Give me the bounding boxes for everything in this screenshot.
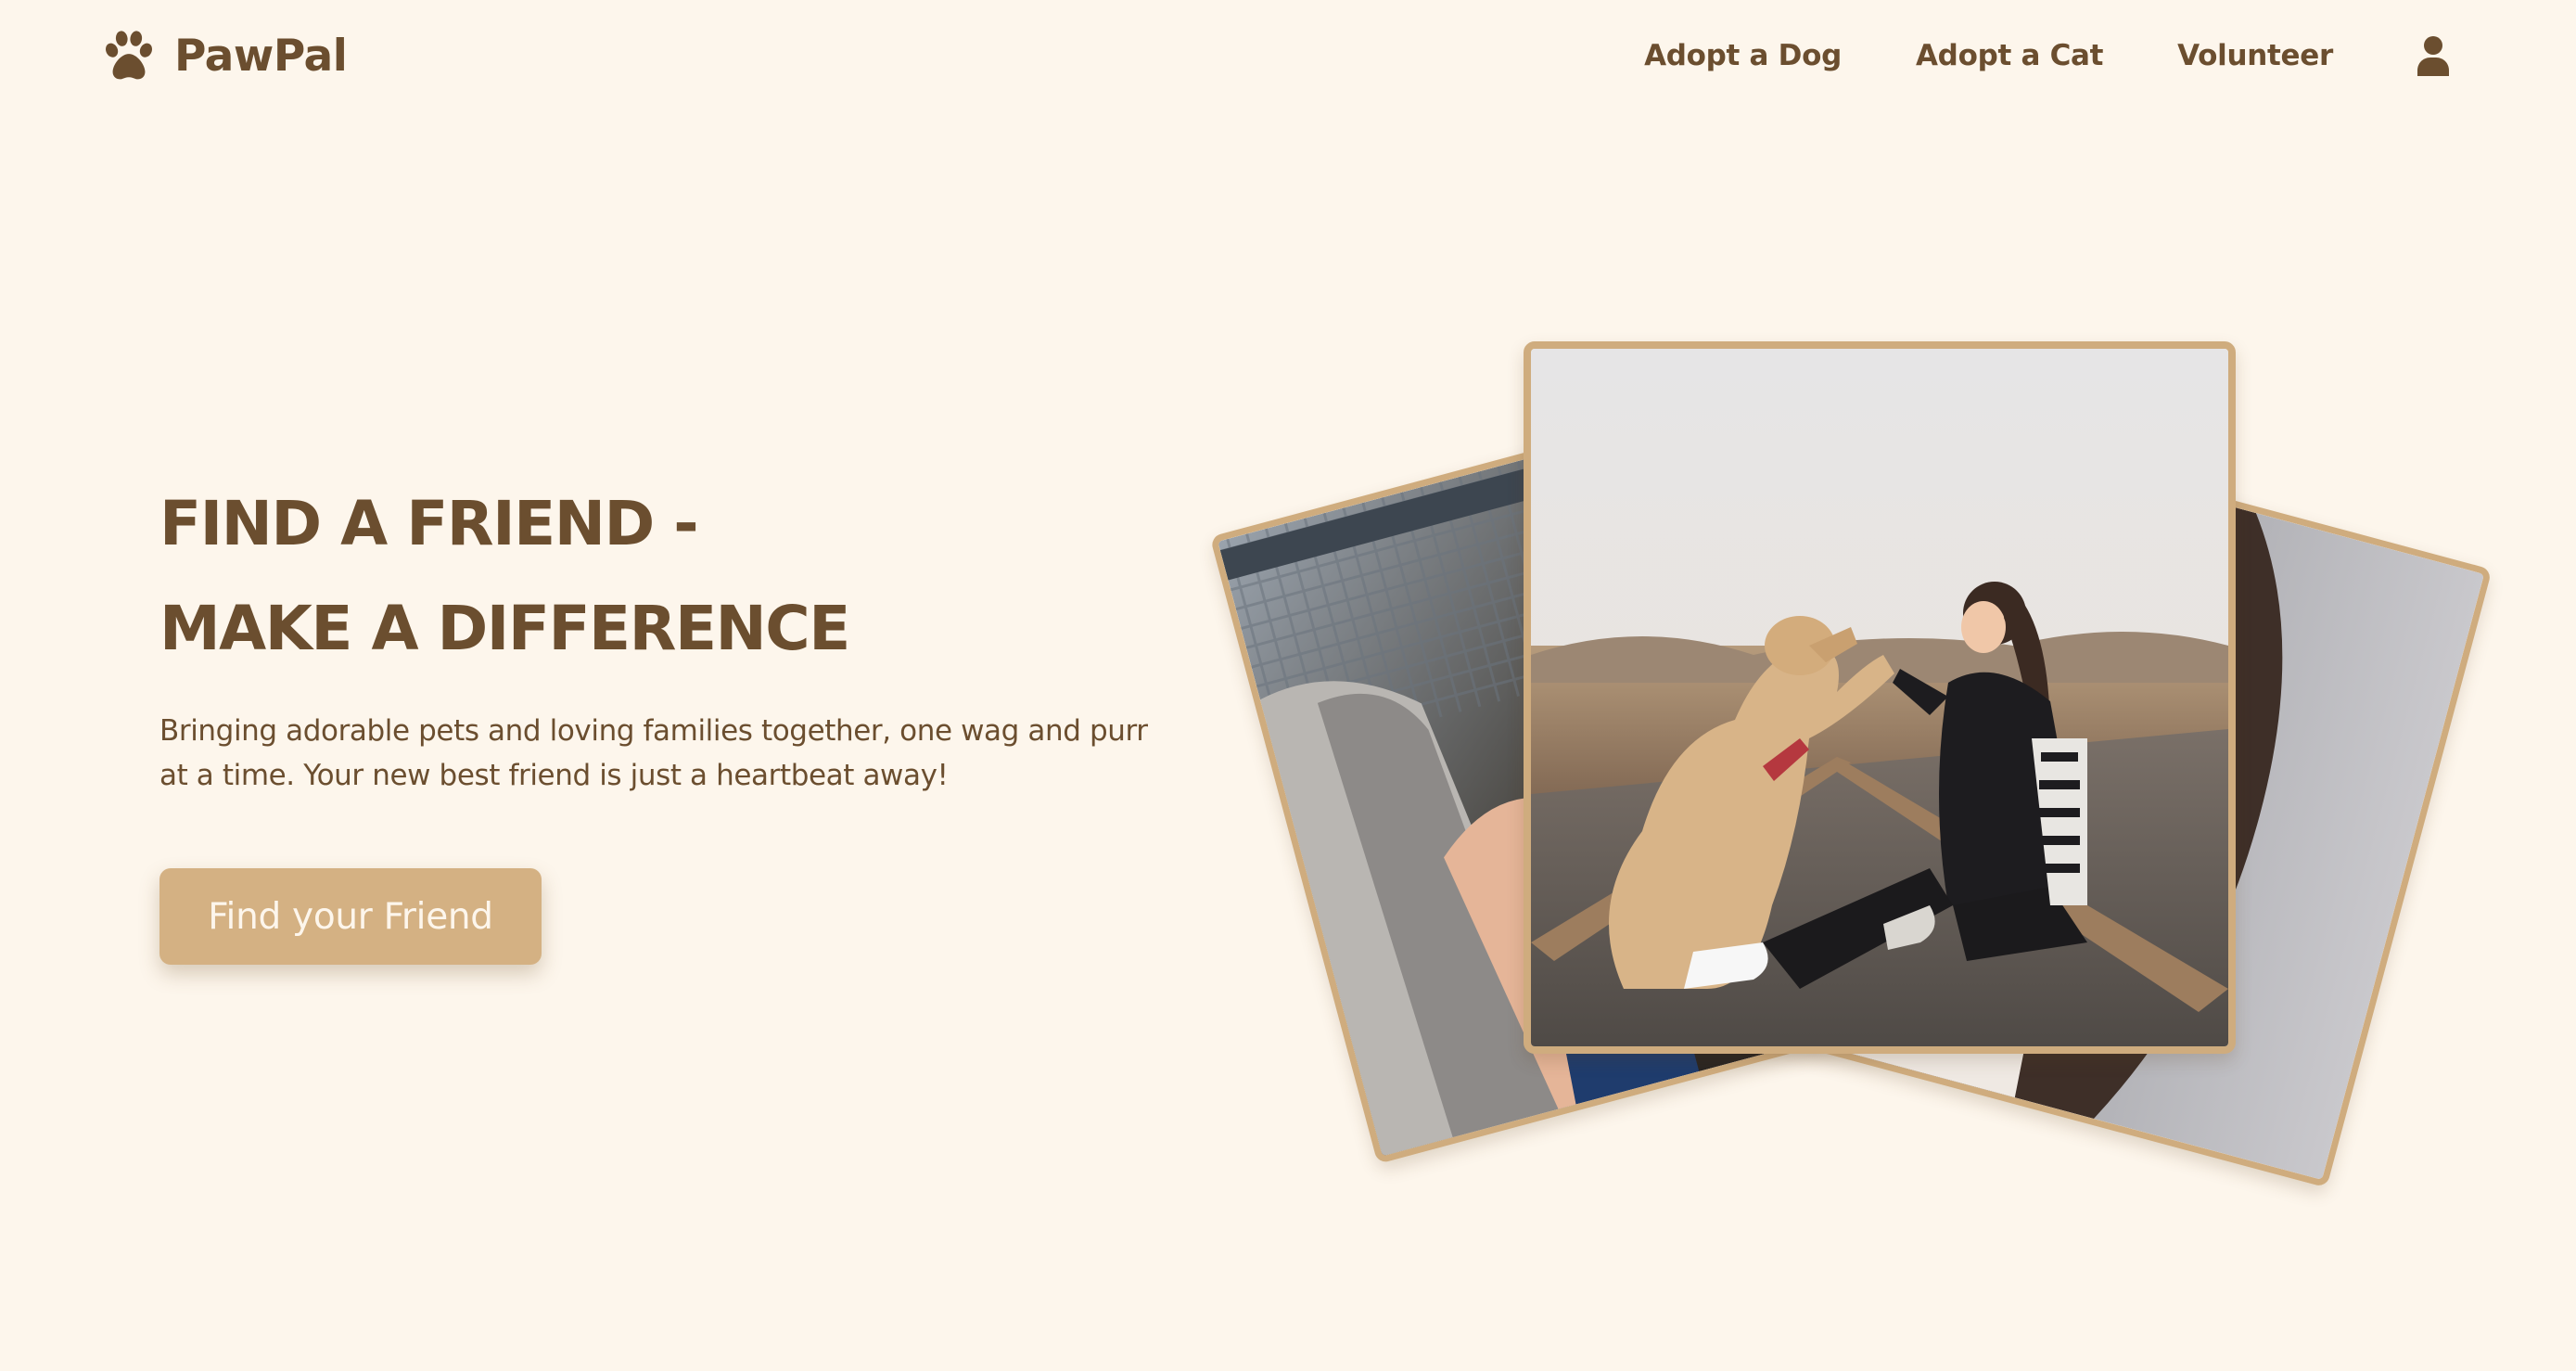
page: PawPal Adopt a Dog Adopt a Cat Volunteer… <box>0 0 2576 1371</box>
brand-logo-link[interactable]: PawPal <box>100 22 348 89</box>
hero-title-line-2: MAKE A DIFFERENCE <box>159 593 850 664</box>
hero-section: FIND A FRIEND - MAKE A DIFFERENCE Bringi… <box>159 471 1226 798</box>
hero-subtitle: Bringing adorable pets and loving famili… <box>159 714 1148 792</box>
nav-volunteer[interactable]: Volunteer <box>2177 39 2333 72</box>
main-nav: Adopt a Dog Adopt a Cat Volunteer <box>1644 24 2452 87</box>
nav-adopt-dog[interactable]: Adopt a Dog <box>1644 39 1842 72</box>
brand-name: PawPal <box>174 30 348 82</box>
paw-icon <box>106 31 152 80</box>
hero-title-line-1: FIND A FRIEND - <box>159 488 699 559</box>
find-friend-button[interactable]: Find your Friend <box>159 868 542 965</box>
nav-adopt-cat[interactable]: Adopt a Cat <box>1916 39 2103 72</box>
hero-title: FIND A FRIEND - MAKE A DIFFERENCE <box>159 471 1226 681</box>
site-header: PawPal Adopt a Dog Adopt a Cat Volunteer <box>0 0 2576 111</box>
photo-woman-high-five-dog <box>1524 341 2236 1054</box>
user-icon[interactable] <box>2415 35 2452 76</box>
